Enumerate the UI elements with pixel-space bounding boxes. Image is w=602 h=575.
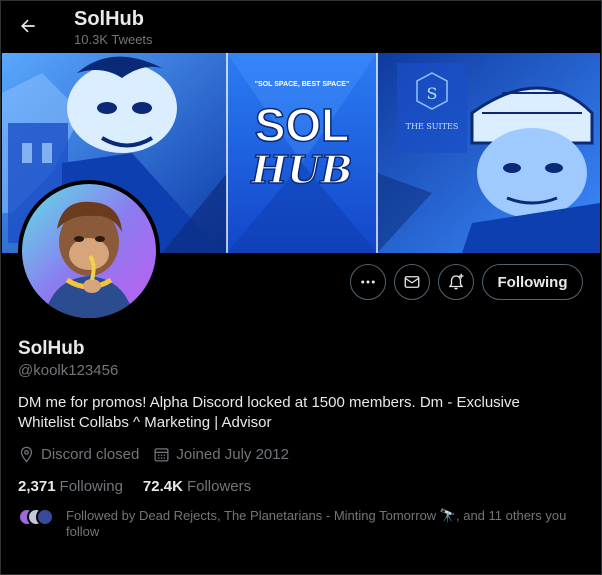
location-text: Discord closed bbox=[41, 446, 140, 463]
followers-count: 72.4K bbox=[142, 478, 183, 495]
following-stat[interactable]: 2,371 Following bbox=[18, 478, 123, 495]
top-bar: SolHub 10.3K Tweets bbox=[0, 0, 602, 52]
followers-stat[interactable]: 72.4K Followers bbox=[143, 478, 251, 495]
bell-plus-icon bbox=[448, 273, 464, 290]
profile-handle: @koolk123456 bbox=[18, 362, 119, 379]
notifications-button[interactable] bbox=[438, 264, 474, 300]
followed-by-text: Followed by Dead Rejects, The Planetaria… bbox=[66, 508, 567, 539]
back-button[interactable] bbox=[14, 12, 42, 40]
suites-label: THE SUITES bbox=[406, 122, 459, 131]
header-title: SolHub bbox=[74, 8, 144, 30]
following-button[interactable]: Following bbox=[482, 264, 583, 300]
banner-tagline: "SOL SPACE, BEST SPACE" bbox=[255, 81, 350, 88]
tweet-count: 10.3K Tweets bbox=[74, 32, 153, 47]
more-options-button[interactable] bbox=[350, 264, 386, 300]
profile-bio: DM me for promos! Alpha Discord locked a… bbox=[18, 394, 520, 431]
follower-avatars bbox=[18, 508, 54, 528]
message-button[interactable] bbox=[394, 264, 430, 300]
banner-logo-hub: HUB bbox=[250, 147, 352, 192]
envelope-icon bbox=[404, 276, 420, 288]
suites-monogram: S bbox=[427, 84, 438, 103]
arrow-left-icon bbox=[21, 19, 35, 33]
avatar[interactable] bbox=[22, 184, 156, 318]
ape-illustration-right bbox=[462, 86, 600, 253]
following-count: 2,371 bbox=[18, 478, 56, 495]
profile-name: SolHub bbox=[18, 338, 85, 359]
calendar-icon bbox=[154, 448, 169, 462]
following-label: Following bbox=[59, 478, 123, 495]
profile-stats: 2,371 Following 72.4K Followers bbox=[18, 478, 271, 495]
more-dots-icon bbox=[361, 280, 375, 284]
joined-text: Joined July 2012 bbox=[176, 446, 289, 463]
location-pin-icon bbox=[20, 446, 33, 463]
follower-avatar bbox=[36, 508, 54, 526]
followers-label: Followers bbox=[186, 478, 252, 495]
banner-logo-sol: SOL bbox=[255, 99, 350, 151]
profile-meta: Discord closed Joined July 2012 bbox=[18, 446, 303, 463]
location-item: Discord closed bbox=[18, 446, 139, 463]
joined-item: Joined July 2012 bbox=[153, 446, 289, 463]
